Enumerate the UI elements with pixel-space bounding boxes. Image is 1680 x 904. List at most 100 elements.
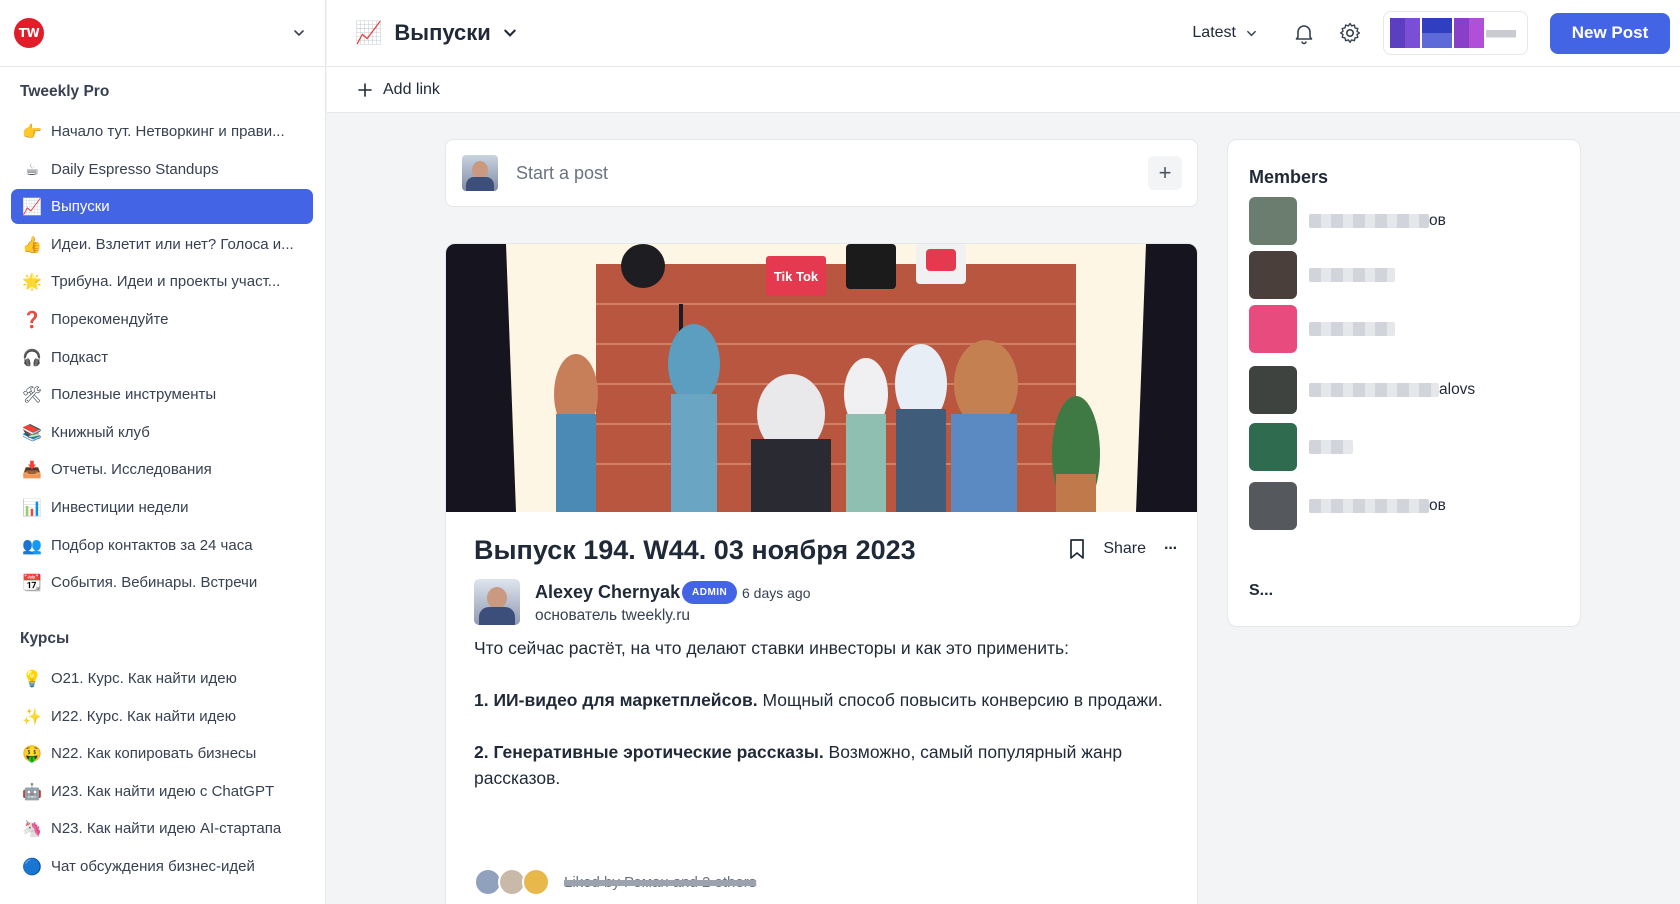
post-actions: Share ··· bbox=[1067, 538, 1178, 560]
online-members-avatars[interactable] bbox=[1383, 11, 1528, 55]
top-bar: 📈 Выпуски Latest New Post bbox=[327, 0, 1680, 67]
chart-up-icon: 📈 bbox=[355, 20, 383, 46]
member-name[interactable]: ов bbox=[1309, 212, 1446, 230]
post-card: Tik Tok Выпуск 194. W44. 03 ноября 2023 … bbox=[445, 243, 1198, 904]
composer-plus-button[interactable]: + bbox=[1148, 156, 1182, 190]
post-item-2: 2. Генеративные эротические рассказы. Во… bbox=[474, 739, 1164, 791]
community-switcher[interactable]: TW bbox=[0, 0, 325, 67]
new-post-button[interactable]: New Post bbox=[1550, 12, 1670, 54]
sidebar-item[interactable]: ☕ Daily Espresso Standups bbox=[11, 152, 313, 187]
space-title-dropdown[interactable]: 📈 Выпуски bbox=[355, 20, 517, 46]
share-button[interactable]: Share bbox=[1103, 540, 1146, 558]
avatar bbox=[462, 155, 498, 191]
post-intro: Что сейчас растёт, на что делают ставки … bbox=[474, 638, 1069, 658]
sidebar-item-icon: 📥 bbox=[22, 460, 42, 480]
chevron-down-icon bbox=[504, 29, 516, 37]
sort-dropdown[interactable]: Latest bbox=[1192, 24, 1257, 42]
sidebar-item[interactable]: 🤑 N22. Как копировать бизнесы bbox=[11, 736, 313, 771]
member-name[interactable] bbox=[1309, 440, 1353, 454]
member-name[interactable]: ов bbox=[1309, 497, 1446, 515]
sidebar-item-label: N22. Как копировать бизнесы bbox=[51, 745, 257, 763]
sidebar-item-label: Подбор контактов за 24 часа bbox=[51, 536, 253, 554]
plus-icon[interactable] bbox=[357, 82, 373, 98]
sidebar-item[interactable]: 📊 Инвестиции недели bbox=[11, 490, 313, 525]
sidebar-item[interactable]: 📚 Книжный клуб bbox=[11, 415, 313, 450]
post-likes[interactable]: Liked by Роман and 2 others bbox=[474, 868, 756, 896]
member-avatar[interactable] bbox=[1249, 366, 1297, 414]
author-name[interactable]: Alexey Chernyak bbox=[535, 582, 680, 603]
post-item-1-text: Мощный способ повысить конверсию в прода… bbox=[757, 690, 1163, 710]
post-item-2-title: 2. Генеративные эротические рассказы. bbox=[474, 742, 824, 762]
member-avatar[interactable] bbox=[1249, 482, 1297, 530]
member-name-redacted bbox=[1309, 268, 1395, 282]
post-cover-image[interactable]: Tik Tok bbox=[446, 244, 1198, 512]
sort-label: Latest bbox=[1192, 24, 1236, 41]
sidebar-item-label: События. Вебинары. Встречи bbox=[51, 574, 258, 592]
avatar bbox=[1486, 18, 1516, 48]
member-name-redacted bbox=[1309, 440, 1353, 454]
sidebar-item-label: Порекомендуйте bbox=[51, 310, 169, 328]
add-link-button[interactable]: Add link bbox=[383, 81, 440, 99]
sidebar-item-label: Daily Espresso Standups bbox=[51, 160, 219, 178]
member-avatar[interactable] bbox=[1249, 251, 1297, 299]
post-composer[interactable]: Start a post + bbox=[445, 139, 1198, 207]
member-row[interactable]: ов bbox=[1249, 197, 1446, 245]
sidebar-item-label: Начало тут. Нетворкинг и прави... bbox=[51, 123, 285, 140]
sidebar-item[interactable]: 📥 Отчеты. Исследования bbox=[11, 452, 313, 487]
sidebar-item[interactable]: ❓ Порекомендуйте bbox=[11, 302, 313, 337]
sidebar-item[interactable]: 📆 События. Вебинары. Встречи bbox=[11, 565, 313, 600]
sub-bar: Add link bbox=[327, 67, 1680, 113]
member-avatar[interactable] bbox=[1249, 423, 1297, 471]
sidebar-item-icon: ❓ bbox=[22, 309, 42, 329]
settings-button[interactable] bbox=[1337, 20, 1363, 46]
sidebar-item[interactable]: 🤖 И23. Как найти идею с ChatGPT bbox=[11, 774, 313, 809]
member-row[interactable]: alovs bbox=[1249, 366, 1475, 414]
sidebar-item[interactable]: 📈 Выпуски bbox=[11, 189, 313, 225]
member-avatar[interactable] bbox=[1249, 197, 1297, 245]
sidebar-item-label: Инвестиции недели bbox=[51, 498, 189, 516]
sidebar-item-label: Трибуна. Идеи и проекты участ... bbox=[51, 273, 281, 291]
avatar bbox=[1454, 18, 1484, 48]
sidebar-item[interactable]: ✨ И22. Курс. Как найти идею bbox=[11, 699, 313, 734]
more-options-button[interactable]: ··· bbox=[1164, 540, 1178, 558]
sidebar-item[interactable]: 🎧 Подкаст bbox=[11, 340, 313, 375]
sidebar-item[interactable]: 🌟 Трибуна. Идеи и проекты участ... bbox=[11, 264, 313, 299]
sidebar-item[interactable]: 👍 Идеи. Взлетит или нет? Голоса и... bbox=[11, 227, 313, 262]
chevron-down-icon[interactable] bbox=[293, 27, 305, 39]
member-row[interactable] bbox=[1249, 305, 1395, 353]
member-name[interactable] bbox=[1309, 268, 1395, 282]
sidebar-item-label: O21. Курс. Как найти идею bbox=[51, 670, 237, 687]
avatar bbox=[1390, 18, 1420, 48]
sidebar-item[interactable]: 👥 Подбор контактов за 24 часа bbox=[11, 528, 313, 563]
likes-text: Liked by Роман and 2 others bbox=[564, 873, 757, 891]
sidebar-item-icon: 🔵 bbox=[22, 856, 42, 876]
space-title: Выпуски bbox=[394, 20, 491, 45]
composer-placeholder[interactable]: Start a post bbox=[516, 163, 608, 184]
see-all-members-link[interactable]: S... bbox=[1249, 582, 1273, 600]
members-widget: Members ов alovs ов S... bbox=[1227, 139, 1581, 627]
author-avatar[interactable] bbox=[474, 579, 520, 625]
member-row[interactable] bbox=[1249, 423, 1353, 471]
post-timestamp[interactable]: 6 days ago bbox=[742, 585, 811, 601]
sidebar-item-label: Подкаст bbox=[51, 348, 109, 366]
member-row[interactable]: ов bbox=[1249, 482, 1446, 530]
sidebar-item[interactable]: 👉 Начало тут. Нетворкинг и прави... bbox=[11, 114, 313, 149]
member-name[interactable] bbox=[1309, 322, 1395, 336]
notifications-button[interactable] bbox=[1291, 20, 1317, 46]
sidebar-item-icon: 📆 bbox=[22, 573, 42, 593]
post-title[interactable]: Выпуск 194. W44. 03 ноября 2023 bbox=[474, 535, 916, 566]
member-name-redacted bbox=[1309, 383, 1439, 397]
member-name[interactable]: alovs bbox=[1309, 381, 1475, 399]
sidebar-item[interactable]: 🦄 N23. Как найти идею AI-стартапа bbox=[11, 811, 313, 846]
sidebar: TW Tweekly Pro 👉 Начало тут. Нетворкинг и… bbox=[0, 0, 326, 904]
sidebar-item[interactable]: 💡 O21. Курс. Как найти идею bbox=[11, 661, 313, 696]
community-logo[interactable]: TW bbox=[14, 18, 44, 48]
sidebar-item[interactable]: 🛠 Полезные инструменты bbox=[11, 377, 313, 412]
bookmark-icon[interactable] bbox=[1067, 538, 1087, 560]
sidebar-item[interactable]: 🔵 Чат обсуждения бизнес-идей bbox=[11, 849, 313, 884]
sidebar-item-label: Чат обсуждения бизнес-идей bbox=[51, 857, 255, 875]
bell-icon bbox=[1295, 25, 1313, 45]
member-row[interactable] bbox=[1249, 251, 1395, 299]
author-role: основатель tweekly.ru bbox=[535, 607, 690, 624]
member-avatar[interactable] bbox=[1249, 305, 1297, 353]
